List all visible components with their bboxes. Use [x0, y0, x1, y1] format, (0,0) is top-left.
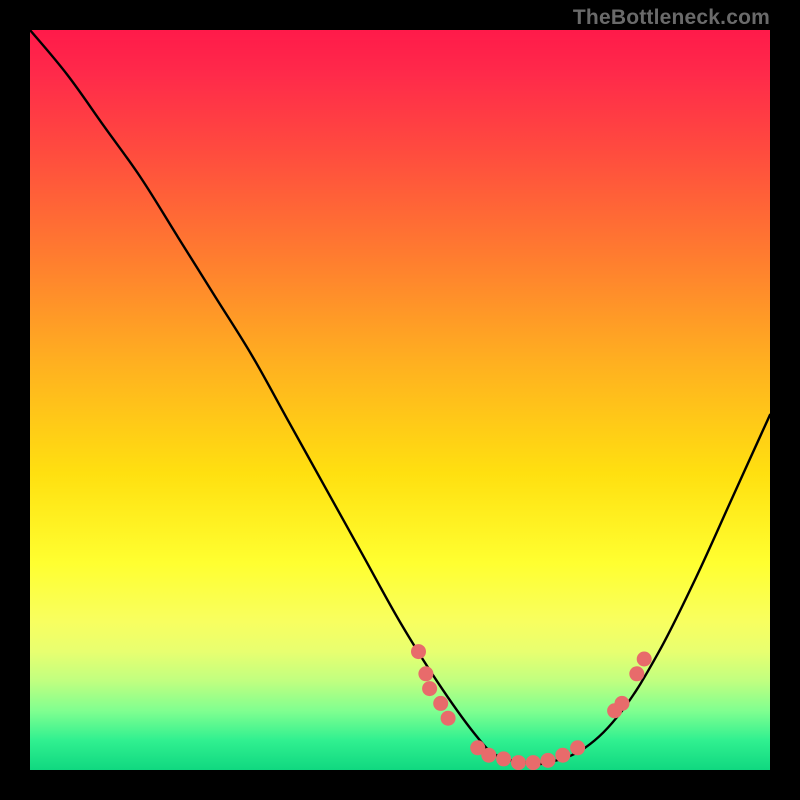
marker-dot	[637, 652, 652, 667]
marker-dot	[511, 755, 526, 770]
marker-dot	[570, 740, 585, 755]
chart-svg	[30, 30, 770, 770]
marker-dot	[411, 644, 426, 659]
marker-dot	[526, 755, 541, 770]
marker-dot	[496, 751, 511, 766]
marker-dot	[441, 711, 456, 726]
marker-dot	[555, 748, 570, 763]
marker-dot	[615, 696, 630, 711]
watermark-text: TheBottleneck.com	[573, 6, 770, 30]
marker-dot	[418, 666, 433, 681]
marker-dot	[541, 753, 556, 768]
marker-dot	[433, 696, 448, 711]
marker-dot	[629, 666, 644, 681]
marker-group	[411, 644, 652, 770]
chart-frame: TheBottleneck.com	[0, 0, 800, 800]
marker-dot	[422, 681, 437, 696]
marker-dot	[481, 748, 496, 763]
plot-area	[30, 30, 770, 770]
bottleneck-curve	[30, 30, 770, 764]
